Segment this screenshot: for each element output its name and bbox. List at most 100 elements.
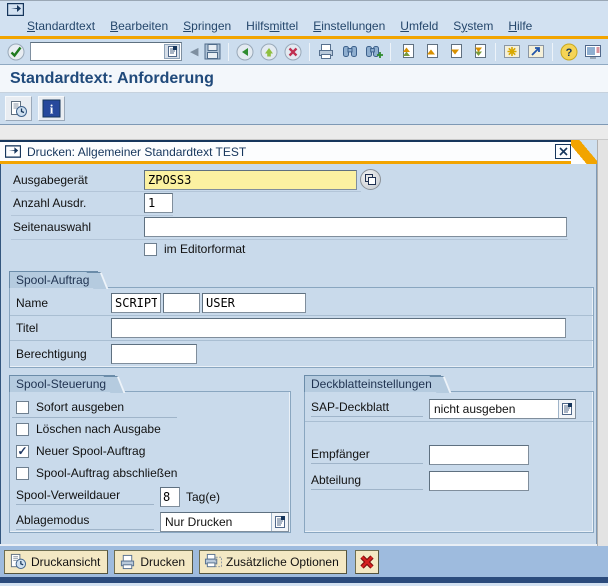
- spool-control-group: Spool-Steuerung Sofort ausgeben Löschen …: [9, 375, 291, 533]
- save-button[interactable]: [200, 41, 224, 63]
- close-spool-request-checkbox[interactable]: [16, 467, 29, 480]
- last-page-icon: [471, 43, 488, 60]
- menu-system[interactable]: System: [453, 19, 493, 33]
- collapse-command-icon[interactable]: ◀: [190, 45, 198, 58]
- editor-format-row: im Editorformat: [144, 242, 245, 256]
- retention-period-row: Spool-Verweildauer Tag(e): [10, 484, 290, 509]
- menu-hilfsmittel[interactable]: Hilfsmittel: [246, 19, 298, 33]
- first-page-button[interactable]: [395, 41, 419, 63]
- inactive-screen-strip: [0, 125, 608, 140]
- back-button[interactable]: [233, 41, 257, 63]
- spool-name-row: Name: [10, 291, 593, 316]
- prev-page-icon: [423, 43, 440, 60]
- print-options-icon: [204, 553, 222, 570]
- sap-window: Standardtext Bearbeiten Springen Hilfsmi…: [0, 0, 608, 586]
- new-spool-request-checkbox[interactable]: [16, 445, 29, 458]
- new-session-icon: [503, 43, 521, 60]
- print-immediately-checkbox[interactable]: [16, 401, 29, 414]
- dialog-bottom-strip: [0, 577, 608, 583]
- authorization-input[interactable]: [111, 344, 197, 364]
- spool-name-part3-input[interactable]: [202, 293, 306, 313]
- find-next-button[interactable]: [362, 41, 386, 63]
- new-session-button[interactable]: [500, 41, 524, 63]
- copies-input[interactable]: [144, 193, 173, 213]
- find-button[interactable]: [338, 41, 362, 63]
- sap-cover-select[interactable]: nicht ausgeben: [429, 399, 576, 419]
- delete-after-output-row: Löschen nach Ausgabe: [10, 418, 290, 440]
- orange-slash-decoration: [571, 140, 597, 164]
- print-action-button[interactable]: Drucken: [114, 550, 193, 574]
- spool-name-part1-input[interactable]: [111, 293, 161, 313]
- enter-button[interactable]: [4, 41, 28, 63]
- dialog-close-button[interactable]: [555, 144, 571, 159]
- print-preview-action-button[interactable]: Druckansicht: [4, 550, 108, 574]
- recipient-label: Empfänger: [311, 447, 423, 464]
- value-help-button[interactable]: [360, 169, 381, 190]
- toolbar-separator: [495, 43, 496, 61]
- next-page-icon: [447, 43, 464, 60]
- enter-check-icon: [7, 43, 25, 61]
- page-selection-label: Seitenauswahl: [13, 220, 144, 234]
- cancel-button[interactable]: [281, 41, 305, 63]
- copies-label: Anzahl Ausdr.: [13, 196, 144, 210]
- copies-row: Anzahl Ausdr.: [1, 193, 173, 213]
- help-icon: ?: [560, 43, 578, 61]
- toolbar-separator: [228, 43, 229, 61]
- editor-format-checkbox[interactable]: [144, 243, 157, 256]
- dropdown-icon[interactable]: [558, 400, 575, 418]
- row-underline: [12, 417, 177, 418]
- menu-bearbeiten[interactable]: Bearbeiten: [110, 19, 168, 33]
- spool-title-input[interactable]: [111, 318, 566, 338]
- menu-umfeld[interactable]: Umfeld: [400, 19, 438, 33]
- dialog-cancel-button[interactable]: [355, 550, 379, 574]
- print-icon: [119, 554, 136, 570]
- spool-name-part2-input[interactable]: [163, 293, 200, 313]
- cancel-x-icon: [359, 554, 375, 570]
- info-button[interactable]: i: [38, 96, 65, 121]
- svg-text:?: ?: [566, 47, 573, 59]
- exit-icon: [260, 43, 278, 61]
- value-help-icon: [364, 173, 377, 186]
- delete-after-output-checkbox[interactable]: [16, 423, 29, 436]
- last-page-button[interactable]: [467, 41, 491, 63]
- save-icon: [204, 43, 221, 60]
- menu-einstellungen[interactable]: Einstellungen: [313, 19, 385, 33]
- retention-period-input[interactable]: [160, 487, 180, 507]
- cover-settings-group: Deckblatteinstellungen SAP-Deckblatt nic…: [304, 375, 594, 533]
- close-spool-request-row: Spool-Auftrag abschließen: [10, 462, 290, 484]
- dialog-button-bar: Druckansicht Drucken Zusätzliche Optione…: [0, 546, 608, 577]
- help-button[interactable]: ?: [557, 41, 581, 63]
- storage-mode-select[interactable]: Nur Drucken: [160, 512, 289, 532]
- exit-button[interactable]: [257, 41, 281, 63]
- command-field[interactable]: [30, 42, 182, 61]
- create-shortcut-button[interactable]: [524, 41, 548, 63]
- recipient-row: Empfänger: [305, 442, 593, 468]
- additional-options-button[interactable]: Zusätzliche Optionen: [199, 550, 347, 574]
- storage-mode-value: Nur Drucken: [161, 515, 271, 529]
- command-dropdown-icon[interactable]: [164, 44, 180, 59]
- storage-mode-row: Ablagemodus Nur Drucken: [10, 509, 290, 534]
- dropdown-icon[interactable]: [271, 513, 288, 531]
- spool-request-group: Spool-Auftrag Name Titel Berechtigung: [9, 271, 594, 368]
- page-selection-input[interactable]: [144, 217, 567, 237]
- department-input[interactable]: [429, 471, 529, 491]
- authorization-label: Berechtigung: [16, 347, 111, 361]
- command-input[interactable]: [31, 44, 164, 59]
- print-immediately-label: Sofort ausgeben: [36, 400, 124, 414]
- customize-layout-button[interactable]: [581, 41, 605, 63]
- recipient-input[interactable]: [429, 445, 529, 465]
- menu-standardtext[interactable]: Standardtext: [27, 19, 95, 33]
- print-button[interactable]: [314, 41, 338, 63]
- prev-page-button[interactable]: [419, 41, 443, 63]
- print-dialog: Drucken: Allgemeiner Standardtext TEST A…: [0, 140, 608, 583]
- print-preview-button[interactable]: [5, 96, 32, 121]
- print-icon: [317, 43, 335, 60]
- menu-hilfe[interactable]: Hilfe: [508, 19, 532, 33]
- row-underline: [11, 215, 173, 216]
- next-page-button[interactable]: [443, 41, 467, 63]
- new-spool-request-row: Neuer Spool-Auftrag: [10, 440, 290, 462]
- output-device-input[interactable]: [144, 170, 357, 190]
- new-spool-request-label: Neuer Spool-Auftrag: [36, 444, 145, 458]
- dialog-title-bar[interactable]: Drucken: Allgemeiner Standardtext TEST: [0, 140, 597, 164]
- menu-springen[interactable]: Springen: [183, 19, 231, 33]
